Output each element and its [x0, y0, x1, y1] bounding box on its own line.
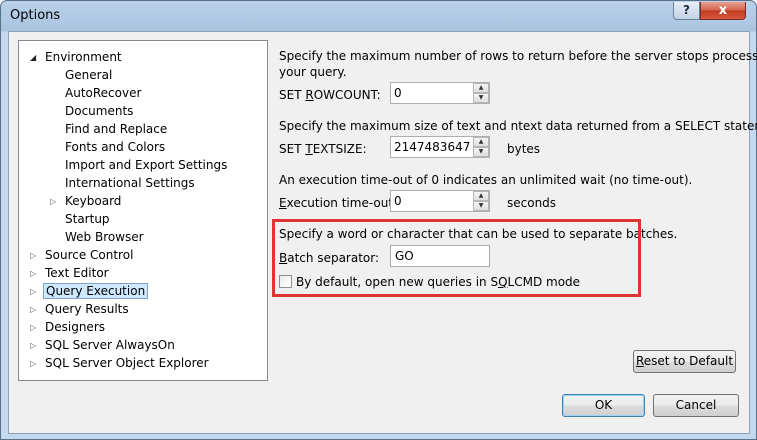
collapsed-arrow-icon[interactable]: ▷	[30, 319, 36, 336]
tree-item-label: Environment	[45, 50, 122, 64]
tree-item-text-editor[interactable]: ▷ Text Editor	[30, 265, 111, 282]
tree-item-label: Keyboard	[65, 194, 122, 208]
title-bar[interactable]: Options ? x	[1, 1, 756, 31]
textsize-unit: bytes	[507, 142, 541, 156]
tree-item-label: AutoRecover	[65, 86, 142, 100]
options-tree[interactable]: ◢ Environment General AutoRecover Documents F…	[18, 40, 268, 381]
tree-item-label: Source Control	[45, 248, 134, 262]
tree-item-sql-server-object-explorer[interactable]: ▷ SQL Server Object Explorer	[30, 355, 211, 372]
timeout-value: 0	[394, 194, 402, 208]
tree-item-import-and-export-settings[interactable]: Import and Export Settings	[63, 157, 229, 174]
tree-item-label: Find and Replace	[65, 122, 168, 136]
timeout-description: An execution time-out of 0 indicates an …	[279, 173, 693, 187]
tree-item-web-browser[interactable]: Web Browser	[63, 229, 146, 246]
textsize-description: Specify the maximum size of text and nte…	[279, 119, 757, 133]
tree-item-autorecover[interactable]: AutoRecover	[63, 85, 143, 102]
rowcount-up-icon[interactable]: ▲	[473, 83, 489, 93]
timeout-up-icon[interactable]: ▲	[473, 191, 489, 201]
tree-item-label: SQL Server Object Explorer	[45, 356, 209, 370]
tree-item-label: Designers	[45, 320, 105, 334]
rowcount-value: 0	[394, 86, 402, 100]
rowcount-description: Specify the maximum number of rows to re…	[279, 49, 757, 63]
tree-item-designers[interactable]: ▷ Designers	[30, 319, 107, 336]
timeout-label: Execution time-out:	[279, 196, 398, 210]
tree-item-sql-server-alwayson[interactable]: ▷ SQL Server AlwaysOn	[30, 337, 177, 354]
tree-item-label: International Settings	[65, 176, 195, 190]
textsize-up-icon[interactable]: ▲	[473, 137, 489, 147]
tree-item-keyboard[interactable]: ▷ Keyboard	[50, 193, 123, 210]
close-button[interactable]: x	[700, 2, 746, 20]
textsize-label: SET TEXTSIZE:	[279, 142, 367, 156]
help-button[interactable]: ?	[673, 2, 700, 20]
textsize-stepper[interactable]: 2147483647 ▲ ▼	[390, 136, 490, 158]
collapsed-arrow-icon[interactable]: ▷	[30, 265, 36, 282]
tree-item-label: Web Browser	[65, 230, 144, 244]
timeout-stepper[interactable]: 0 ▲ ▼	[390, 190, 490, 212]
tree-item-label: Text Editor	[45, 266, 109, 280]
expanded-arrow-icon[interactable]: ◢	[30, 49, 36, 66]
collapsed-arrow-icon[interactable]: ▷	[50, 193, 56, 210]
textsize-down-icon[interactable]: ▼	[473, 147, 489, 157]
reset-to-default-button[interactable]: Reset to Default	[633, 350, 736, 373]
textsize-value: 2147483647	[394, 140, 471, 154]
tree-item-general[interactable]: General	[63, 67, 114, 84]
tree-item-label: Import and Export Settings	[65, 158, 228, 172]
window-title: Options	[10, 8, 61, 23]
tree-item-source-control[interactable]: ▷ Source Control	[30, 247, 135, 264]
highlight-annotation-box	[272, 219, 641, 297]
collapsed-arrow-icon[interactable]: ▷	[30, 301, 36, 318]
timeout-unit: seconds	[507, 196, 557, 210]
tree-item-query-results[interactable]: ▷ Query Results	[30, 301, 131, 318]
rowcount-description-cont: your query.	[279, 65, 347, 79]
collapsed-arrow-icon[interactable]: ▷	[30, 337, 36, 354]
rowcount-label: SET ROWCOUNT:	[279, 88, 381, 102]
tree-item-find-and-replace[interactable]: Find and Replace	[63, 121, 169, 138]
query-execution-panel: Specify the maximum number of rows to re…	[278, 40, 757, 381]
tree-item-startup[interactable]: Startup	[63, 211, 112, 228]
ok-button[interactable]: OK	[562, 394, 645, 417]
tree-item-fonts-and-colors[interactable]: Fonts and Colors	[63, 139, 167, 156]
tree-item-label: Query Execution	[43, 283, 149, 299]
tree-item-label: Startup	[65, 212, 110, 226]
tree-item-documents[interactable]: Documents	[63, 103, 135, 120]
collapsed-arrow-icon[interactable]: ▷	[30, 283, 36, 300]
collapsed-arrow-icon[interactable]: ▷	[30, 355, 36, 372]
timeout-down-icon[interactable]: ▼	[473, 201, 489, 211]
options-dialog: Options ? x ◢ Environment General AutoRecov…	[0, 0, 757, 440]
tree-item-label: General	[65, 68, 113, 82]
tree-item-query-execution[interactable]: ▷ Query Execution	[30, 283, 149, 300]
cancel-button[interactable]: Cancel	[653, 394, 739, 417]
collapsed-arrow-icon[interactable]: ▷	[30, 247, 36, 264]
tree-item-label: Documents	[65, 104, 134, 118]
rowcount-stepper[interactable]: 0 ▲ ▼	[390, 82, 490, 104]
tree-item-label: Query Results	[45, 302, 129, 316]
rowcount-down-icon[interactable]: ▼	[473, 93, 489, 103]
tree-item-environment[interactable]: ◢ Environment	[30, 49, 124, 66]
tree-item-international-settings[interactable]: International Settings	[63, 175, 197, 192]
tree-item-label: SQL Server AlwaysOn	[45, 338, 175, 352]
tree-item-label: Fonts and Colors	[65, 140, 166, 154]
